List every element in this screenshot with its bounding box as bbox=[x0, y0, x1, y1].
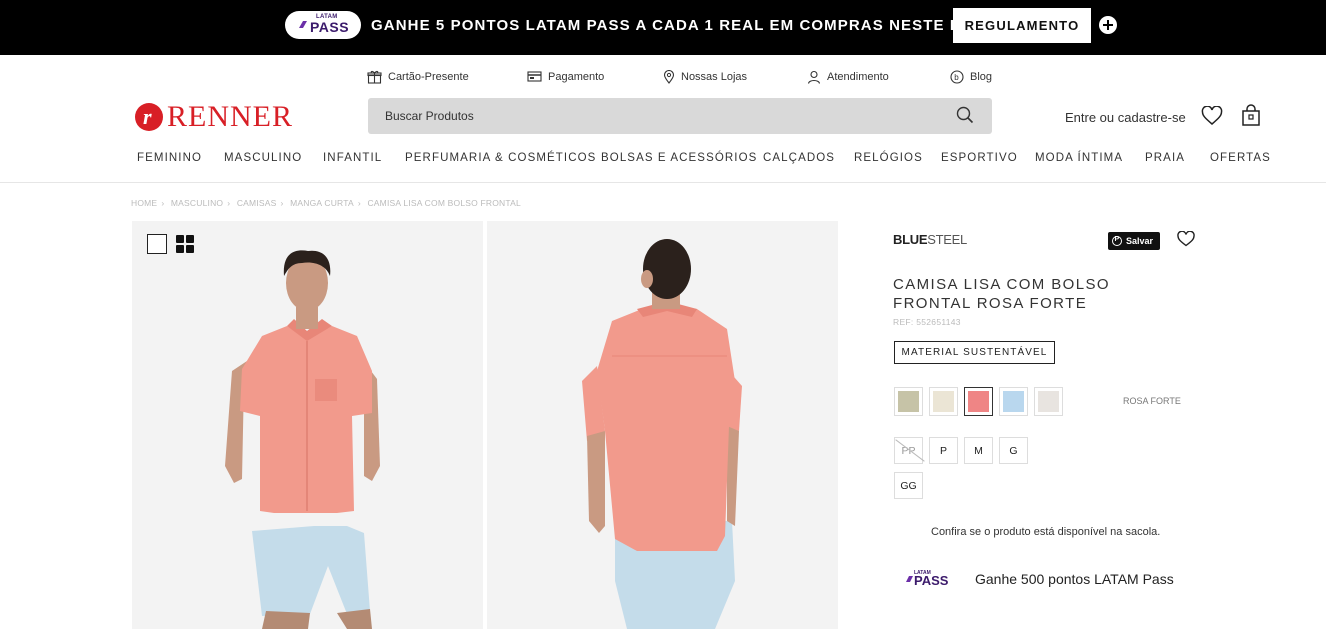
breadcrumb-item[interactable]: HOME bbox=[131, 198, 157, 208]
util-link-cartao-presente[interactable]: Cartão-Presente bbox=[367, 70, 469, 84]
menu-bolsas[interactable]: BOLSAS E ACESSÓRIOS bbox=[601, 152, 757, 164]
brand-logo[interactable]: BLUESTEEL bbox=[893, 232, 967, 247]
util-link-blog[interactable]: b Blog bbox=[950, 70, 992, 84]
size-option-m[interactable]: M bbox=[964, 437, 993, 464]
breadcrumb: HOME › MASCULINO › CAMISAS › MANGA CURTA › C… bbox=[131, 198, 521, 208]
latam-mark-icon bbox=[906, 576, 913, 582]
util-label: Cartão-Presente bbox=[388, 71, 469, 83]
selected-color-name: ROSA FORTE bbox=[1123, 396, 1181, 406]
payment-icon bbox=[527, 71, 542, 82]
size-option-p[interactable]: P bbox=[929, 437, 958, 464]
size-option-g[interactable]: G bbox=[999, 437, 1028, 464]
grid-view-icon[interactable] bbox=[176, 235, 195, 254]
util-link-atendimento[interactable]: Atendimento bbox=[807, 70, 889, 84]
color-swatch[interactable] bbox=[999, 387, 1028, 416]
latam-big-label: PASS bbox=[914, 573, 949, 588]
menu-moda-intima[interactable]: MODA ÍNTIMA bbox=[1035, 152, 1123, 164]
renner-logo-text: RENNER bbox=[167, 100, 293, 133]
swatch-fill bbox=[1003, 391, 1024, 412]
search-icon[interactable] bbox=[956, 106, 974, 124]
color-swatch[interactable] bbox=[894, 387, 923, 416]
color-swatch-selected[interactable] bbox=[964, 387, 993, 416]
pinterest-save-label: Salvar bbox=[1126, 236, 1154, 246]
color-swatch[interactable] bbox=[1034, 387, 1063, 416]
header-divider bbox=[0, 182, 1326, 183]
renner-logo[interactable]: RENNER bbox=[135, 100, 293, 133]
location-pin-icon bbox=[663, 70, 675, 84]
availability-note: Confira se o produto está disponível na … bbox=[931, 526, 1161, 538]
size-option-pp[interactable]: PP bbox=[894, 437, 923, 464]
gift-icon bbox=[367, 70, 382, 84]
util-label: Nossas Lojas bbox=[681, 71, 748, 83]
swatch-fill bbox=[968, 391, 989, 412]
product-title: CAMISA LISA COM BOLSO FRONTAL ROSA FORTE bbox=[893, 276, 1110, 312]
breadcrumb-item[interactable]: CAMISA LISA COM BOLSO FRONTAL bbox=[367, 198, 520, 208]
favorite-heart-icon[interactable] bbox=[1177, 231, 1195, 247]
menu-ofertas[interactable]: OFERTAS bbox=[1210, 152, 1271, 164]
promo-banner: LATAM PASS GANHE 5 PONTOS LATAM PASS A C… bbox=[0, 0, 1326, 55]
sustainable-badge: MATERIAL SUSTENTÁVEL bbox=[894, 341, 1055, 364]
swatch-fill bbox=[933, 391, 954, 412]
latam-pass-small-logo: LATAM PASS bbox=[905, 570, 955, 588]
swatch-fill bbox=[1038, 391, 1059, 412]
svg-text:b: b bbox=[954, 73, 959, 82]
brand-light: STEEL bbox=[927, 232, 967, 247]
util-label: Atendimento bbox=[827, 71, 889, 83]
search-bar bbox=[368, 98, 992, 134]
util-label: Pagamento bbox=[548, 70, 605, 83]
breadcrumb-item[interactable]: CAMISAS bbox=[237, 198, 277, 208]
util-label: Blog bbox=[970, 71, 993, 83]
menu-relogios[interactable]: RELÓGIOS bbox=[854, 152, 923, 164]
menu-perfumaria[interactable]: PERFUMARIA & COSMÉTICOS bbox=[405, 152, 596, 164]
latam-big-label: PASS bbox=[310, 19, 350, 35]
menu-feminino[interactable]: FEMININO bbox=[137, 152, 202, 164]
latam-mark-icon bbox=[299, 21, 307, 28]
renner-logo-mark bbox=[135, 103, 163, 131]
regulamento-button[interactable]: REGULAMENTO bbox=[953, 8, 1091, 43]
wishlist-heart-icon[interactable] bbox=[1201, 106, 1223, 126]
breadcrumb-item[interactable]: MANGA CURTA bbox=[290, 198, 354, 208]
swatch-fill bbox=[898, 391, 919, 412]
search-input[interactable] bbox=[385, 98, 945, 134]
brand-bold: BLUE bbox=[893, 232, 928, 247]
promo-text: GANHE 5 PONTOS LATAM PASS A CADA 1 REAL … bbox=[371, 17, 1023, 34]
product-photo-front[interactable] bbox=[132, 221, 483, 629]
util-link-nossas-lojas[interactable]: Nossas Lojas bbox=[663, 70, 747, 84]
size-option-gg[interactable]: GG bbox=[894, 472, 923, 499]
product-photo-back[interactable] bbox=[487, 221, 838, 629]
latam-pass-logo: LATAM PASS bbox=[285, 11, 361, 39]
login-link[interactable]: Entre ou cadastre-se bbox=[1065, 110, 1186, 125]
menu-masculino[interactable]: MASCULINO bbox=[224, 152, 302, 164]
pinterest-save-button[interactable]: Salvar bbox=[1108, 232, 1160, 250]
util-link-pagamento[interactable]: Pagamento bbox=[527, 70, 604, 83]
menu-praia[interactable]: PRAIA bbox=[1145, 152, 1185, 164]
color-swatch[interactable] bbox=[929, 387, 958, 416]
single-view-toggle[interactable] bbox=[147, 234, 167, 254]
blog-icon: b bbox=[950, 70, 964, 84]
breadcrumb-item[interactable]: MASCULINO bbox=[171, 198, 223, 208]
plus-icon[interactable] bbox=[1099, 16, 1117, 34]
menu-calcados[interactable]: CALÇADOS bbox=[763, 152, 835, 164]
user-icon bbox=[807, 70, 821, 84]
pinterest-icon bbox=[1112, 236, 1122, 246]
product-ref: REF: 552651143 bbox=[893, 317, 961, 327]
menu-infantil[interactable]: INFANTIL bbox=[323, 152, 382, 164]
latam-points-text: Ganhe 500 pontos LATAM Pass bbox=[975, 571, 1174, 587]
shopping-bag-icon[interactable] bbox=[1241, 104, 1261, 126]
menu-esportivo[interactable]: ESPORTIVO bbox=[941, 152, 1018, 164]
